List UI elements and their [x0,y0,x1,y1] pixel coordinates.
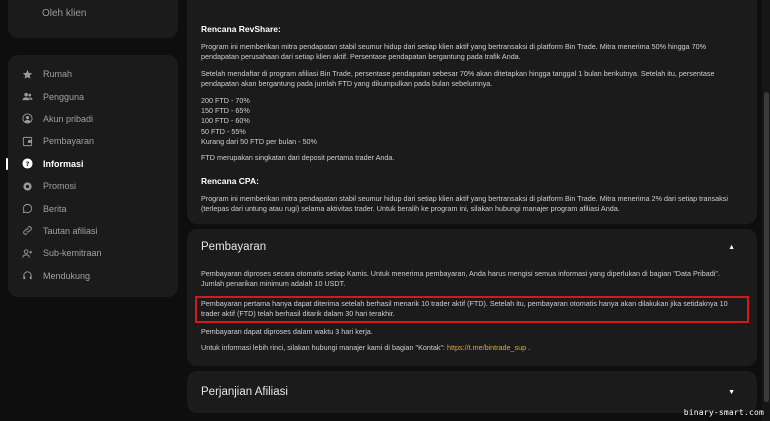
sidebar-item-sub-partnership[interactable]: Sub-kemitraan [8,242,178,264]
scrollbar[interactable] [762,0,770,421]
ftd-tier: 100 FTD - 60% [201,116,250,126]
affiliate-agreement-panel: Perjanjian Afiliasi ▼ [187,371,757,413]
sidebar-top-card: Oleh klien [8,0,178,38]
contact-text: Untuk informasi lebih rinci, silakan hub… [201,343,743,353]
telegram-support-link[interactable]: https://t.me/bintrade_sup [447,343,526,352]
revshare-title: Rencana RevShare: [201,24,281,34]
sidebar-item-personal-account[interactable]: Akun pribadi [8,108,178,130]
agreement-header[interactable]: Perjanjian Afiliasi ▼ [201,371,743,413]
sidebar-item-label: Mendukung [43,270,91,281]
watermark: binary-smart.com [683,408,764,417]
sidebar-item-label: Pembayaran [43,136,95,147]
payment-body: Pembayaran diproses secara otomatis seti… [195,265,749,353]
processing-time-text: Pembayaran dapat diproses dalam waktu 3 … [201,326,373,336]
ftd-tier: Kurang dari 50 FTD per bulan - 50% [201,137,317,147]
sidebar-item-label: Berita [43,203,67,214]
scrollbar-thumb[interactable] [764,92,769,402]
sidebar-item-label: Tautan afiliasi [43,225,98,236]
chat-icon [22,203,33,214]
sidebar-item-label: Informasi [43,158,84,169]
sidebar-item-support[interactable]: Mendukung [8,265,178,287]
sidebar-item-news[interactable]: Berita [8,197,178,219]
highlighted-requirement: Pembayaran pertama hanya dapat diterima … [195,295,749,323]
sidebar-item-promotion[interactable]: Promosi [8,175,178,197]
sidebar-item-label: Pengguna [43,91,85,102]
payment-title: Pembayaran [201,241,267,253]
gear-icon [22,181,33,192]
contact-suffix: . [526,343,531,353]
sidebar-item-payments[interactable]: Pembayaran [8,130,178,152]
sidebar-item-home[interactable]: Rumah [8,63,178,85]
question-icon: ? [22,158,33,169]
cpa-description: Program ini memberikan mitra pendapatan … [201,194,728,214]
users-icon [22,91,33,102]
sidebar-item-affiliate-links[interactable]: Tautan afiliasi [8,220,178,242]
add-user-icon [22,248,33,259]
account-icon [22,113,33,125]
cpa-title: Rencana CPA: [201,176,259,187]
sidebar-item-label: Rumah [43,69,73,80]
first-payment-requirement-text: Pembayaran pertama hanya dapat diterima … [201,298,728,319]
revshare-details: Setelah mendaftar di program afiliasi Bi… [201,68,715,89]
sidebar-item-label: Sub-kemitraan [43,248,102,259]
agreement-title: Perjanjian Afiliasi [201,386,288,398]
sidebar-item-label: Akun pribadi [43,113,94,124]
by-client-label[interactable]: Oleh klien [42,8,86,19]
sidebar-item-information[interactable]: ? Informasi [6,153,178,175]
ftd-tier-list: 200 FTD - 70% 150 FTD - 65% 100 FTD - 60… [201,96,743,148]
wallet-icon [22,136,33,147]
sidebar-item-users[interactable]: Pengguna [8,85,178,107]
svg-text:?: ? [26,160,30,168]
ftd-note: FTD merupakan singkatan dari deposit per… [201,152,395,162]
sidebar-item-label: Promosi [43,181,77,192]
link-icon [22,225,33,236]
chevron-up-icon[interactable]: ▲ [728,244,735,251]
ftd-tier: 50 FTD - 55% [201,126,246,136]
payment-schedule-text: Pembayaran diproses secara otomatis seti… [201,269,720,289]
contact-prefix: Untuk informasi lebih rinci, silakan hub… [201,343,448,353]
headset-icon [22,270,33,281]
payment-header[interactable]: Pembayaran ▲ [201,229,743,265]
chevron-down-icon[interactable]: ▼ [728,389,735,396]
ftd-tier: 200 FTD - 70% [201,95,250,105]
ftd-tier: 150 FTD - 65% [201,106,250,116]
sidebar: Rumah Pengguna Akun pribadi Pembayaran ?… [6,55,178,297]
plans-panel: Rencana RevShare: Program ini memberikan… [187,0,757,224]
payment-panel: Pembayaran ▲ Pembayaran diproses secara … [187,229,757,366]
revshare-description: Program ini memberikan mitra pendapatan … [201,42,706,62]
star-icon [22,69,33,80]
